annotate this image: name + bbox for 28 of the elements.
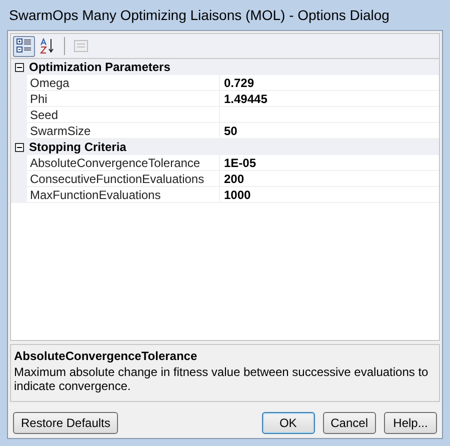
- dialog-button[interactable]: OK: [262, 412, 315, 434]
- property-value-cell[interactable]: 200: [220, 171, 439, 186]
- property-name-cell: Omega: [27, 75, 220, 90]
- property-name-cell: Phi: [27, 91, 220, 106]
- dialog-button[interactable]: Cancel: [322, 412, 376, 434]
- property-value-cell[interactable]: 1000: [220, 187, 439, 202]
- category-header: Optimization Parameters: [28, 59, 170, 76]
- property-name-cell: AbsoluteConvergenceTolerance: [27, 155, 220, 170]
- collapse-icon[interactable]: [14, 62, 24, 72]
- categorized-button[interactable]: [13, 36, 35, 56]
- property-name-cell: SwarmSize: [27, 123, 220, 138]
- categorized-icon: [16, 38, 32, 54]
- dialog-button[interactable]: Restore Defaults: [13, 412, 118, 434]
- property-value-cell[interactable]: 0.729: [220, 75, 439, 90]
- property-value-cell[interactable]: 1E-05: [220, 155, 439, 170]
- help-title: AbsoluteConvergenceTolerance: [14, 348, 198, 365]
- property-name-cell: ConsecutiveFunctionEvaluations: [27, 171, 220, 186]
- window-title: SwarmOps Many Optimizing Liaisons (MOL) - Options Dialog: [9, 6, 390, 25]
- collapse-icon[interactable]: [14, 142, 24, 152]
- property-name-cell: MaxFunctionEvaluations: [27, 187, 220, 202]
- sort-icon: [40, 38, 56, 54]
- property-value-cell[interactable]: 1.49445: [220, 91, 439, 106]
- property-value-cell[interactable]: 50: [220, 123, 439, 138]
- property-pages-icon: [73, 38, 89, 54]
- property-name-cell: Seed: [27, 107, 220, 122]
- help-description: Maximum absolute change in fitness value between successive evaluations to indicate convergence.: [14, 365, 430, 393]
- dialog-button[interactable]: Help...: [384, 412, 437, 434]
- category-header: Stopping Criteria: [28, 139, 126, 156]
